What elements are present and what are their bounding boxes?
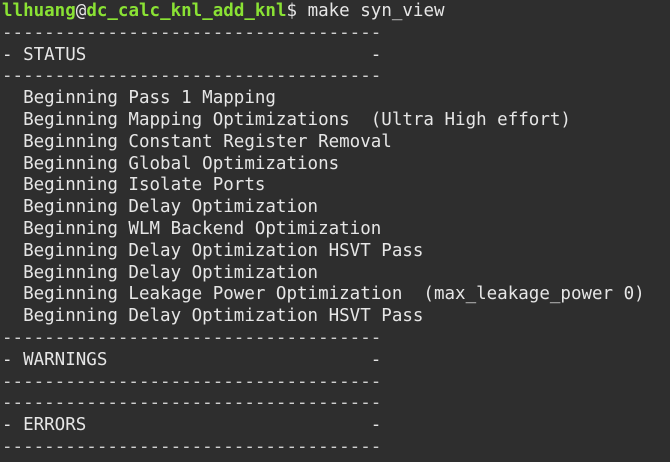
separator-line: ------------------------------------ (2, 371, 382, 392)
terminal-window[interactable]: llhuang@dc_calc_knl_add_knl$ make syn_vi… (0, 0, 670, 462)
separator-line: ------------------------------------ (2, 327, 382, 348)
output-line: Beginning Pass 1 Mapping (2, 88, 276, 109)
output-line: Beginning Leakage Power Optimization (ma… (2, 284, 645, 305)
prompt-line: llhuang@dc_calc_knl_add_knl$ make syn_vi… (2, 1, 670, 23)
output-line: Beginning Delay Optimization HSVT Pass (2, 240, 424, 261)
prompt-host: dc_calc_knl_add_knl (86, 1, 287, 21)
separator-line: ------------------------------------ (2, 393, 382, 414)
output-line: Beginning WLM Backend Optimization (2, 218, 382, 239)
separator-line: ------------------------------------ (2, 66, 382, 87)
output-line: Beginning Isolate Ports (2, 175, 266, 196)
output-line: Beginning Mapping Optimizations (Ultra H… (2, 109, 571, 130)
prompt-symbol: $ (286, 1, 308, 21)
prompt-at: @ (75, 1, 87, 21)
separator-line: ------------------------------------ (2, 22, 382, 43)
output-line: Beginning Delay Optimization HSVT Pass (2, 306, 424, 327)
section-header-status: - STATUS - (2, 44, 382, 65)
output-line: Beginning Delay Optimization (2, 197, 319, 218)
section-header-warnings: - WARNINGS - (2, 349, 382, 370)
output-line: Beginning Delay Optimization (2, 262, 319, 283)
section-header-errors: - ERRORS - (2, 415, 382, 436)
separator-line: ------------------------------------ (2, 436, 382, 457)
output-line: Beginning Constant Register Removal (2, 131, 392, 152)
prompt-user: llhuang (2, 1, 76, 21)
command-text: make syn_view (307, 1, 445, 21)
output-line: Beginning Global Optimizations (2, 153, 340, 174)
